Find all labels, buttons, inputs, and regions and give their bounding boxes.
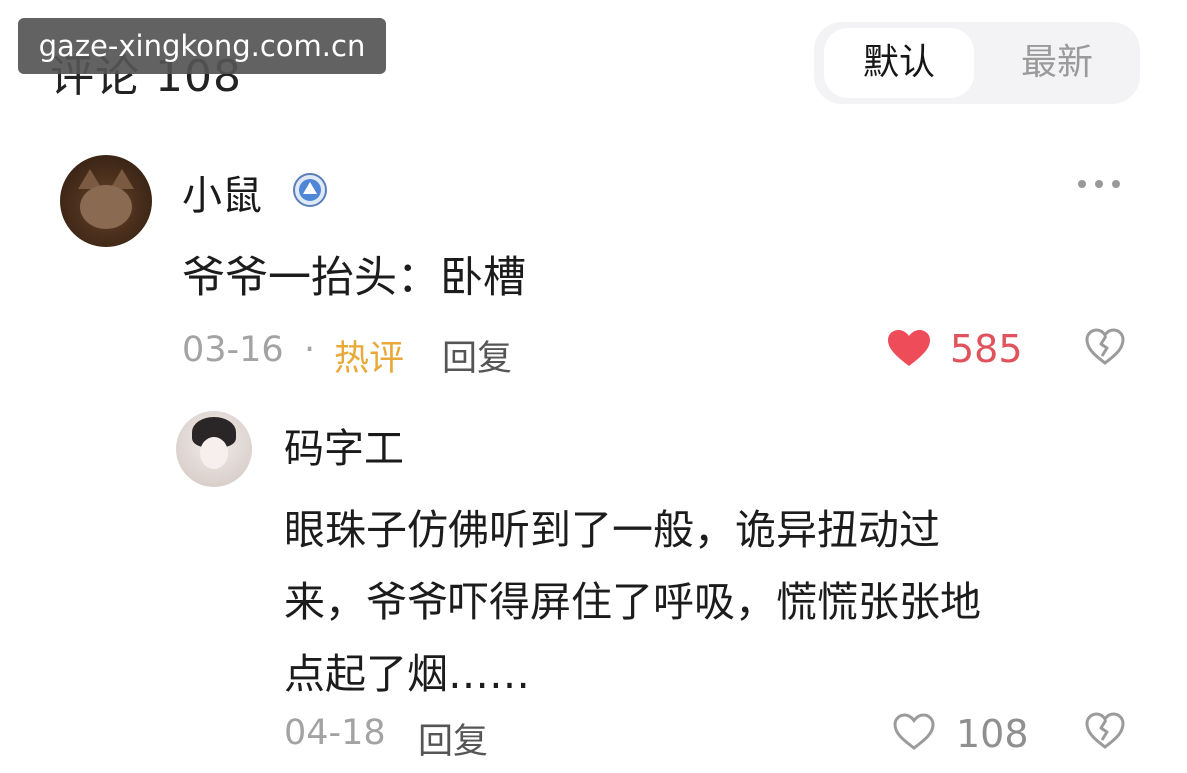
comment-date: 03-16 <box>182 330 284 370</box>
reply-text-line: 点起了烟…… <box>284 650 530 698</box>
reply-text-line: 来，爷爷吓得屏住了呼吸，慌慌张张地 <box>284 578 981 626</box>
comment-text: 爷爷一抬头：卧槽 <box>182 253 526 303</box>
broken-heart-icon[interactable] <box>1084 327 1126 367</box>
sort-toggle: 默认 最新 <box>814 22 1140 104</box>
reply-button[interactable]: 回复 <box>442 330 512 381</box>
more-options-icon[interactable] <box>1074 170 1124 198</box>
comment-username[interactable]: 小鼠 <box>182 163 262 221</box>
meta-separator: · <box>304 330 316 370</box>
sort-latest-tab[interactable]: 最新 <box>984 28 1130 98</box>
like-count: 108 <box>956 712 1029 756</box>
reply-date: 04-18 <box>284 713 386 753</box>
avatar-face <box>200 437 228 469</box>
reply-username[interactable]: 码字工 <box>284 416 404 474</box>
heart-icon[interactable] <box>892 712 936 752</box>
avatar-cat-face <box>80 185 132 229</box>
sort-default-tab[interactable]: 默认 <box>824 28 974 98</box>
reply-text: 眼珠子仿佛听到了一般，诡异扭动过 来，爷爷吓得屏住了呼吸，慌慌张张地 点起了烟…… <box>284 494 1124 710</box>
watermark: gaze-xingkong.com.cn <box>18 18 386 74</box>
reply-button[interactable]: 回复 <box>418 713 488 764</box>
avatar[interactable] <box>60 155 152 247</box>
broken-heart-icon[interactable] <box>1084 711 1126 751</box>
like-count: 585 <box>950 327 1023 371</box>
hot-comment-tag: 热评 <box>334 339 405 379</box>
heart-icon[interactable] <box>886 328 932 368</box>
avatar[interactable] <box>176 411 252 487</box>
reply-text-line: 眼珠子仿佛听到了一般，诡异扭动过 <box>284 506 940 554</box>
verified-badge-icon <box>293 173 327 207</box>
